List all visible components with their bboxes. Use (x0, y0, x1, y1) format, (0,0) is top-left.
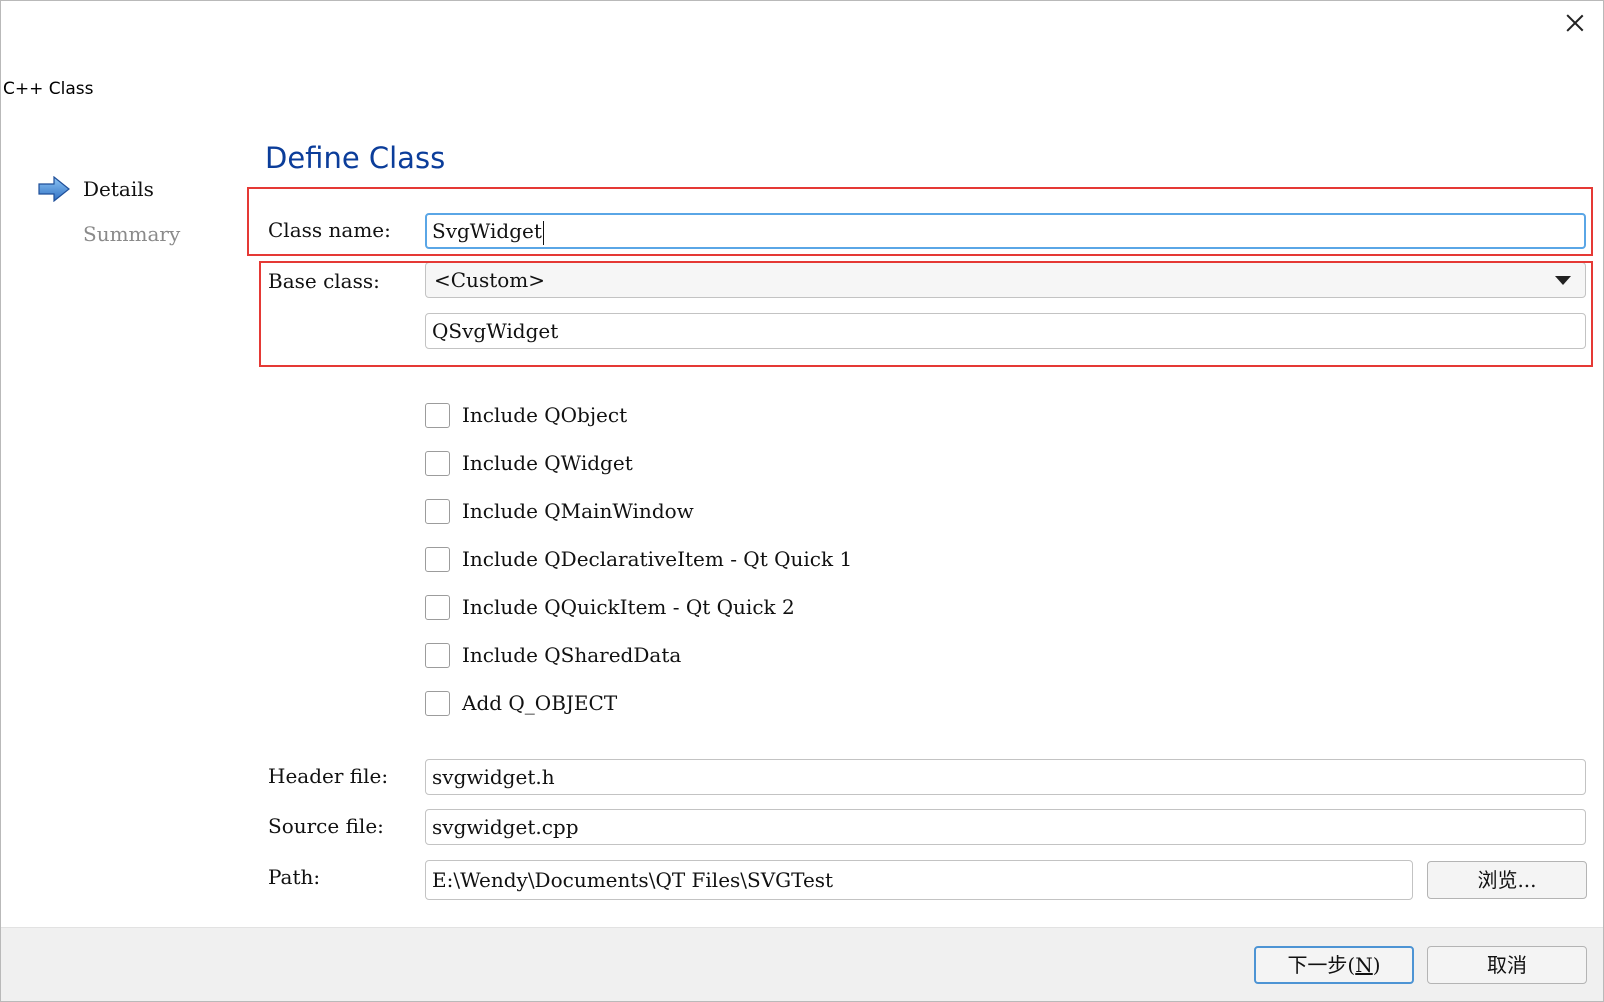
next-button[interactable]: 下一步(N) (1254, 946, 1414, 984)
checkbox-label: Include QMainWindow (462, 499, 694, 523)
next-button-mnemonic: N (1355, 953, 1373, 977)
checkbox-box[interactable] (425, 690, 450, 716)
step-details: Details (83, 177, 154, 201)
source-file-label: Source file: (268, 814, 384, 838)
custom-base-class-input[interactable]: QSvgWidget (425, 313, 1586, 349)
class-name-input[interactable]: SvgWidget (425, 213, 1586, 249)
class-name-value: SvgWidget (432, 219, 542, 243)
checkbox-include-qwidget[interactable]: Include QWidget (425, 448, 633, 478)
header-file-label: Header file: (268, 764, 389, 788)
checkbox-label: Include QSharedData (462, 643, 682, 667)
footer-bar: 下一步(N) 取消 (1, 927, 1603, 1001)
checkbox-box[interactable] (425, 450, 450, 476)
wizard-title: C++ Class (3, 79, 94, 99)
header-file-input[interactable]: svgwidget.h (425, 759, 1586, 795)
checkbox-include-qquickitem[interactable]: Include QQuickItem - Qt Quick 2 (425, 592, 795, 622)
checkbox-box[interactable] (425, 594, 450, 620)
base-class-label: Base class: (268, 269, 380, 293)
checkbox-include-qobject[interactable]: Include QObject (425, 400, 627, 430)
step-summary: Summary (83, 222, 181, 246)
checkbox-label: Include QQuickItem - Qt Quick 2 (462, 595, 795, 619)
page-title: Define Class (265, 141, 446, 175)
browse-button[interactable]: 浏览... (1427, 861, 1587, 899)
checkbox-include-qdeclarativeitem[interactable]: Include QDeclarativeItem - Qt Quick 1 (425, 544, 852, 574)
checkbox-label: Include QWidget (462, 451, 633, 475)
next-button-label-prefix: 下一步( (1287, 953, 1356, 977)
base-class-selected: <Custom> (434, 268, 546, 292)
next-button-label-suffix: ) (1372, 953, 1381, 977)
checkbox-box[interactable] (425, 498, 450, 524)
checkbox-label: Include QDeclarativeItem - Qt Quick 1 (462, 547, 853, 571)
chevron-down-icon (1555, 276, 1571, 285)
source-file-input[interactable]: svgwidget.cpp (425, 809, 1586, 845)
class-name-label: Class name: (268, 218, 391, 242)
new-class-wizard-window: C++ Class Details Summary Define Class C… (0, 0, 1604, 1002)
checkbox-add-q-object[interactable]: Add Q_OBJECT (425, 688, 617, 718)
checkbox-label: Add Q_OBJECT (462, 691, 618, 715)
arrow-right-icon (38, 176, 70, 202)
checkbox-include-qmainwindow[interactable]: Include QMainWindow (425, 496, 694, 526)
path-input[interactable]: E:\Wendy\Documents\QT Files\SVGTest (425, 860, 1413, 900)
checkbox-box[interactable] (425, 546, 450, 572)
checkbox-box[interactable] (425, 642, 450, 668)
cancel-button[interactable]: 取消 (1427, 946, 1587, 984)
checkbox-box[interactable] (425, 402, 450, 428)
path-label: Path: (268, 865, 321, 889)
text-caret (542, 220, 545, 245)
base-class-dropdown[interactable]: <Custom> (425, 262, 1586, 298)
checkbox-include-qshareddata[interactable]: Include QSharedData (425, 640, 681, 670)
checkbox-label: Include QObject (462, 403, 628, 427)
close-icon[interactable] (1561, 9, 1589, 37)
